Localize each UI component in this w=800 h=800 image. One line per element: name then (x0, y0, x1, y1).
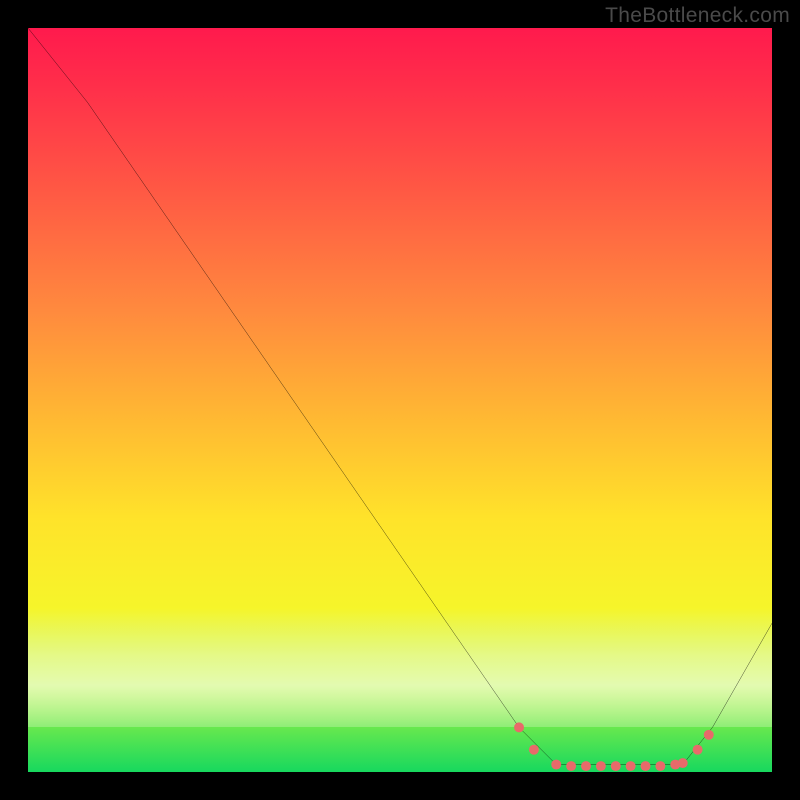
curve-svg (28, 28, 772, 772)
marker-group (514, 722, 714, 771)
line-series (28, 28, 772, 765)
chart-frame: TheBottleneck.com (0, 0, 800, 800)
marker-dot (678, 758, 688, 768)
marker-dot (611, 761, 621, 771)
marker-dot (551, 760, 561, 770)
marker-dot (529, 745, 539, 755)
marker-dot (566, 761, 576, 771)
marker-dot (581, 761, 591, 771)
plot-area (28, 28, 772, 772)
watermark-text: TheBottleneck.com (605, 4, 790, 28)
marker-dot (641, 761, 651, 771)
marker-dot (514, 722, 524, 732)
marker-dot (704, 730, 714, 740)
marker-dot (693, 745, 703, 755)
marker-dot (655, 761, 665, 771)
marker-dot (596, 761, 606, 771)
curve-path (28, 28, 772, 765)
marker-dot (626, 761, 636, 771)
